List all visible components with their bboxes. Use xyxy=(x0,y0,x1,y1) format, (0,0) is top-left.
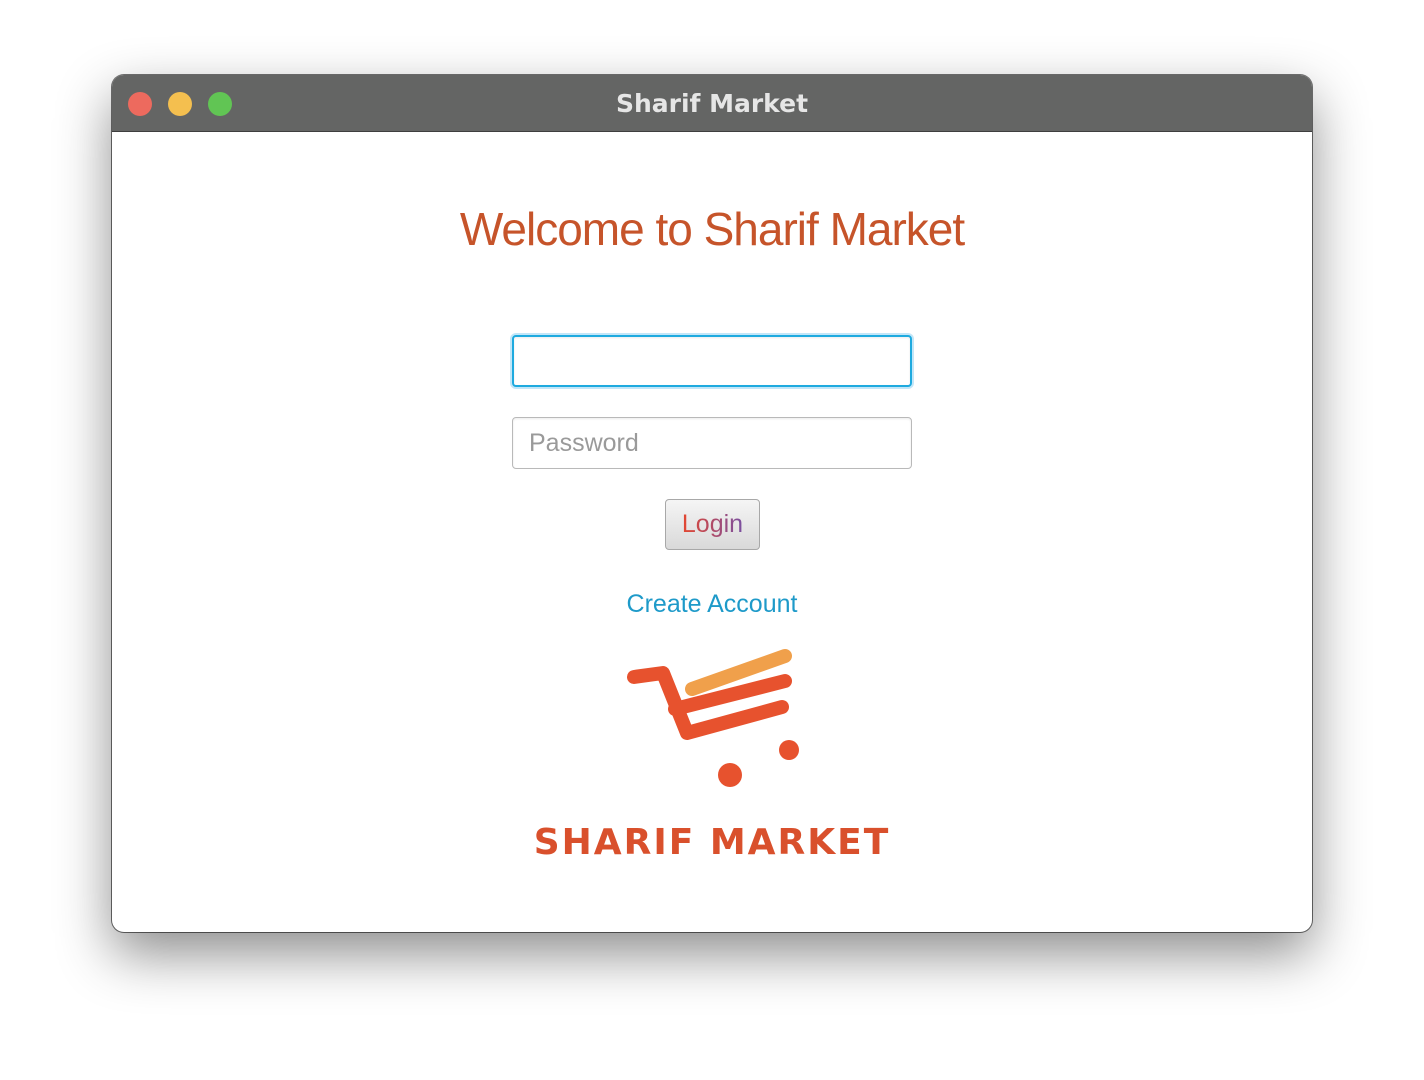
brand-logo-text: SHARIF MARKET xyxy=(533,822,891,863)
username-field[interactable] xyxy=(512,335,912,387)
password-field[interactable] xyxy=(512,417,912,469)
login-panel: Welcome to Sharif Market Login Create Ac… xyxy=(112,132,1312,932)
shopping-cart-icon xyxy=(627,649,799,787)
title-bar[interactable]: Sharif Market xyxy=(112,75,1312,132)
create-account-link[interactable]: Create Account xyxy=(112,590,1312,619)
window-title: Sharif Market xyxy=(615,89,809,118)
login-button[interactable]: Login xyxy=(665,499,760,550)
app-window: Sharif Market Welcome to Sharif Market L… xyxy=(112,75,1312,932)
login-button-label: Login xyxy=(681,510,744,538)
welcome-heading: Welcome to Sharif Market xyxy=(459,203,965,255)
